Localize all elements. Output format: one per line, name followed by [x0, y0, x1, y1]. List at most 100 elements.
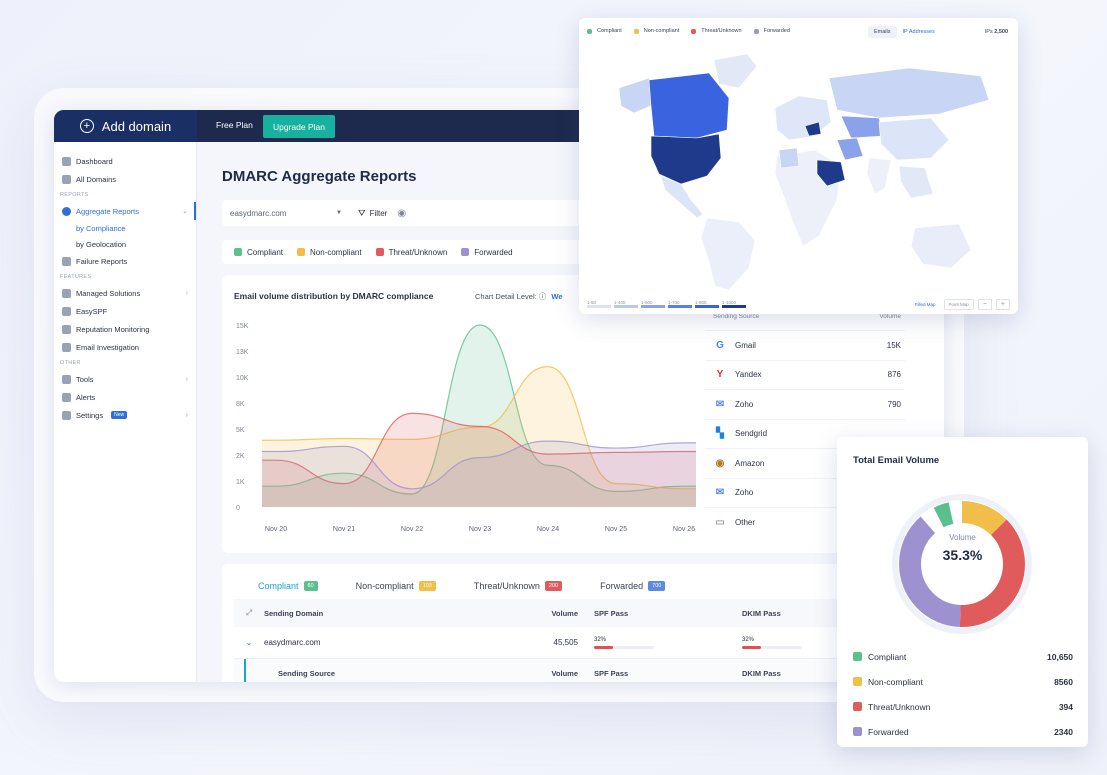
tab-count-badge: 200	[544, 581, 563, 591]
y-tick-label: 0	[236, 505, 240, 512]
sidebar-item-failure-reports[interactable]: Failure Reports	[54, 252, 196, 270]
source-volume: 790	[887, 399, 901, 409]
region-europe	[774, 95, 832, 141]
sidebar-sub-by-geolocation[interactable]: by Geolocation	[54, 236, 196, 252]
checkbox-icon[interactable]	[853, 702, 862, 711]
volume-legend-label: Forwarded	[868, 726, 909, 737]
x-tick-label: Nov 26	[673, 526, 695, 533]
map-controls: Filled Map Point Map − +	[911, 298, 1010, 310]
chart-detail-value: We	[551, 292, 563, 301]
scale-step: 1-50	[587, 300, 611, 308]
country-india	[866, 157, 892, 195]
compliance-legend: Compliant Non-compliant Threat/Unknown F…	[222, 240, 602, 264]
source-name: Gmail	[735, 340, 756, 350]
country-algeria	[778, 147, 800, 169]
x-tick-label: Nov 21	[333, 526, 355, 533]
volume-legend-row: Compliant 10,650	[853, 644, 1073, 669]
world-map-card: Compliant Non-compliant Threat/Unknown F…	[579, 18, 1018, 314]
filter-icon: ⛛	[358, 207, 366, 218]
tab-threat-unknown[interactable]: Threat/Unknown 200	[473, 574, 563, 598]
add-domain-button[interactable]: + Add domain	[54, 110, 197, 142]
checkbox-icon[interactable]	[853, 652, 862, 661]
spf-progress-bar	[594, 645, 654, 649]
chevron-right-icon: ›	[185, 289, 188, 297]
checkbox-icon[interactable]	[853, 677, 862, 686]
sidebar-sub-by-compliance[interactable]: by Compliance	[54, 220, 196, 236]
eye-icon[interactable]: ◉	[397, 208, 406, 219]
sidebar-item-managed-solutions[interactable]: Managed Solutions ›	[54, 284, 196, 302]
cell-volume: 45,505	[553, 638, 578, 647]
tab-compliant[interactable]: Compliant 60	[258, 574, 318, 598]
scale-step: 1-400	[614, 300, 638, 308]
checkbox-icon	[375, 248, 384, 256]
column-header-volume[interactable]: Volume	[534, 609, 584, 618]
y-tick-label: 2K	[236, 453, 245, 460]
list-item[interactable]: G Gmail 15K	[705, 330, 905, 360]
upgrade-plan-button[interactable]: Upgrade Plan	[263, 115, 335, 138]
point-map-button[interactable]: Point Map	[943, 298, 974, 310]
column-header-domain[interactable]: Sending Domain	[264, 609, 534, 618]
chevron-down-icon: ⌄	[182, 208, 188, 215]
sources-header-source: Sending Source	[713, 313, 760, 320]
y-tick-label: 10K	[236, 375, 249, 382]
chevron-right-icon: ›	[185, 375, 188, 383]
sidebar-item-dashboard[interactable]: Dashboard	[54, 152, 196, 170]
x-tick-label: Nov 25	[605, 526, 627, 533]
legend-item-forwarded[interactable]: Forwarded	[461, 247, 513, 257]
country-kazakhstan	[840, 115, 884, 139]
tab-non-compliant[interactable]: Non-compliant 103	[356, 574, 436, 598]
sidebar-item-label: Email Investigation	[76, 342, 139, 352]
y-tick-label: 15K	[236, 323, 249, 330]
sidebar-item-reputation-monitoring[interactable]: Reputation Monitoring	[54, 320, 196, 338]
free-plan-label: Free Plan	[216, 120, 253, 130]
legend-item-compliant[interactable]: Compliant	[234, 248, 283, 257]
legend-label: Forwarded	[474, 247, 513, 257]
expand-all-icon[interactable]: ⤢	[234, 608, 264, 618]
chevron-down-icon[interactable]: ⌄	[234, 638, 264, 647]
sidebar-item-alerts[interactable]: Alerts	[54, 388, 196, 406]
cell-spf: 32%	[584, 637, 742, 649]
volume-legend-label: Threat/Unknown	[868, 701, 931, 712]
tab-label: Threat/Unknown	[473, 581, 540, 591]
sendgrid-icon: ▚	[716, 428, 724, 440]
sidebar-item-all-domains[interactable]: All Domains	[54, 170, 196, 188]
volume-legend-label: Compliant	[868, 651, 907, 662]
legend-item-threat[interactable]: Threat/Unknown	[375, 248, 447, 257]
sidebar-item-tools[interactable]: Tools ›	[54, 370, 196, 388]
chart-detail-label: Chart Detail Level:	[475, 292, 537, 301]
sidebar-section-other: OTHER	[60, 360, 81, 366]
zoom-in-button[interactable]: +	[995, 298, 1010, 310]
country-canada	[648, 72, 730, 139]
filter-button[interactable]: ⛛ Filter	[358, 208, 387, 219]
investigation-icon	[62, 342, 71, 352]
domain-select[interactable]: easydmarc.com ▼	[230, 204, 348, 222]
sub-header-spf: SPF Pass	[594, 668, 629, 678]
tab-count-badge: 60	[303, 581, 318, 591]
checkbox-icon	[234, 248, 242, 256]
zoom-out-button[interactable]: −	[977, 298, 992, 310]
sidebar-item-easyspf[interactable]: EasySPF	[54, 302, 196, 320]
chart-detail-level[interactable]: Chart Detail Level: ⓘ We	[475, 291, 563, 302]
sidebar-item-settings[interactable]: Settings New ›	[54, 406, 196, 424]
spf-percent: 32%	[594, 636, 607, 643]
filter-label: Filter	[369, 208, 388, 218]
legend-item-non-compliant[interactable]: Non-compliant	[297, 248, 362, 257]
column-header-spf[interactable]: SPF Pass	[584, 609, 742, 618]
list-item[interactable]: Y Yandex 876	[705, 359, 905, 390]
active-indicator	[194, 202, 196, 220]
page-title: DMARC Aggregate Reports	[222, 168, 417, 185]
checkbox-icon[interactable]	[853, 727, 862, 736]
y-tick-label: 8K	[236, 401, 245, 408]
list-item[interactable]: ✉ Zoho 790	[705, 389, 905, 419]
bell-icon	[62, 392, 71, 402]
domains-icon	[62, 174, 71, 184]
volume-legend-value: 2340	[1054, 726, 1073, 737]
filled-map-button[interactable]: Filled Map	[911, 300, 940, 309]
tab-forwarded[interactable]: Forwarded 700	[600, 574, 666, 598]
sidebar-item-aggregate-reports[interactable]: Aggregate Reports ⌄	[54, 202, 196, 220]
sidebar-item-email-investigation[interactable]: Email Investigation	[54, 338, 196, 356]
sidebar-item-label: Dashboard	[76, 156, 113, 166]
amazon-icon: ◉	[715, 457, 725, 469]
x-tick-label: Nov 24	[537, 526, 559, 533]
world-map[interactable]	[579, 18, 1018, 314]
